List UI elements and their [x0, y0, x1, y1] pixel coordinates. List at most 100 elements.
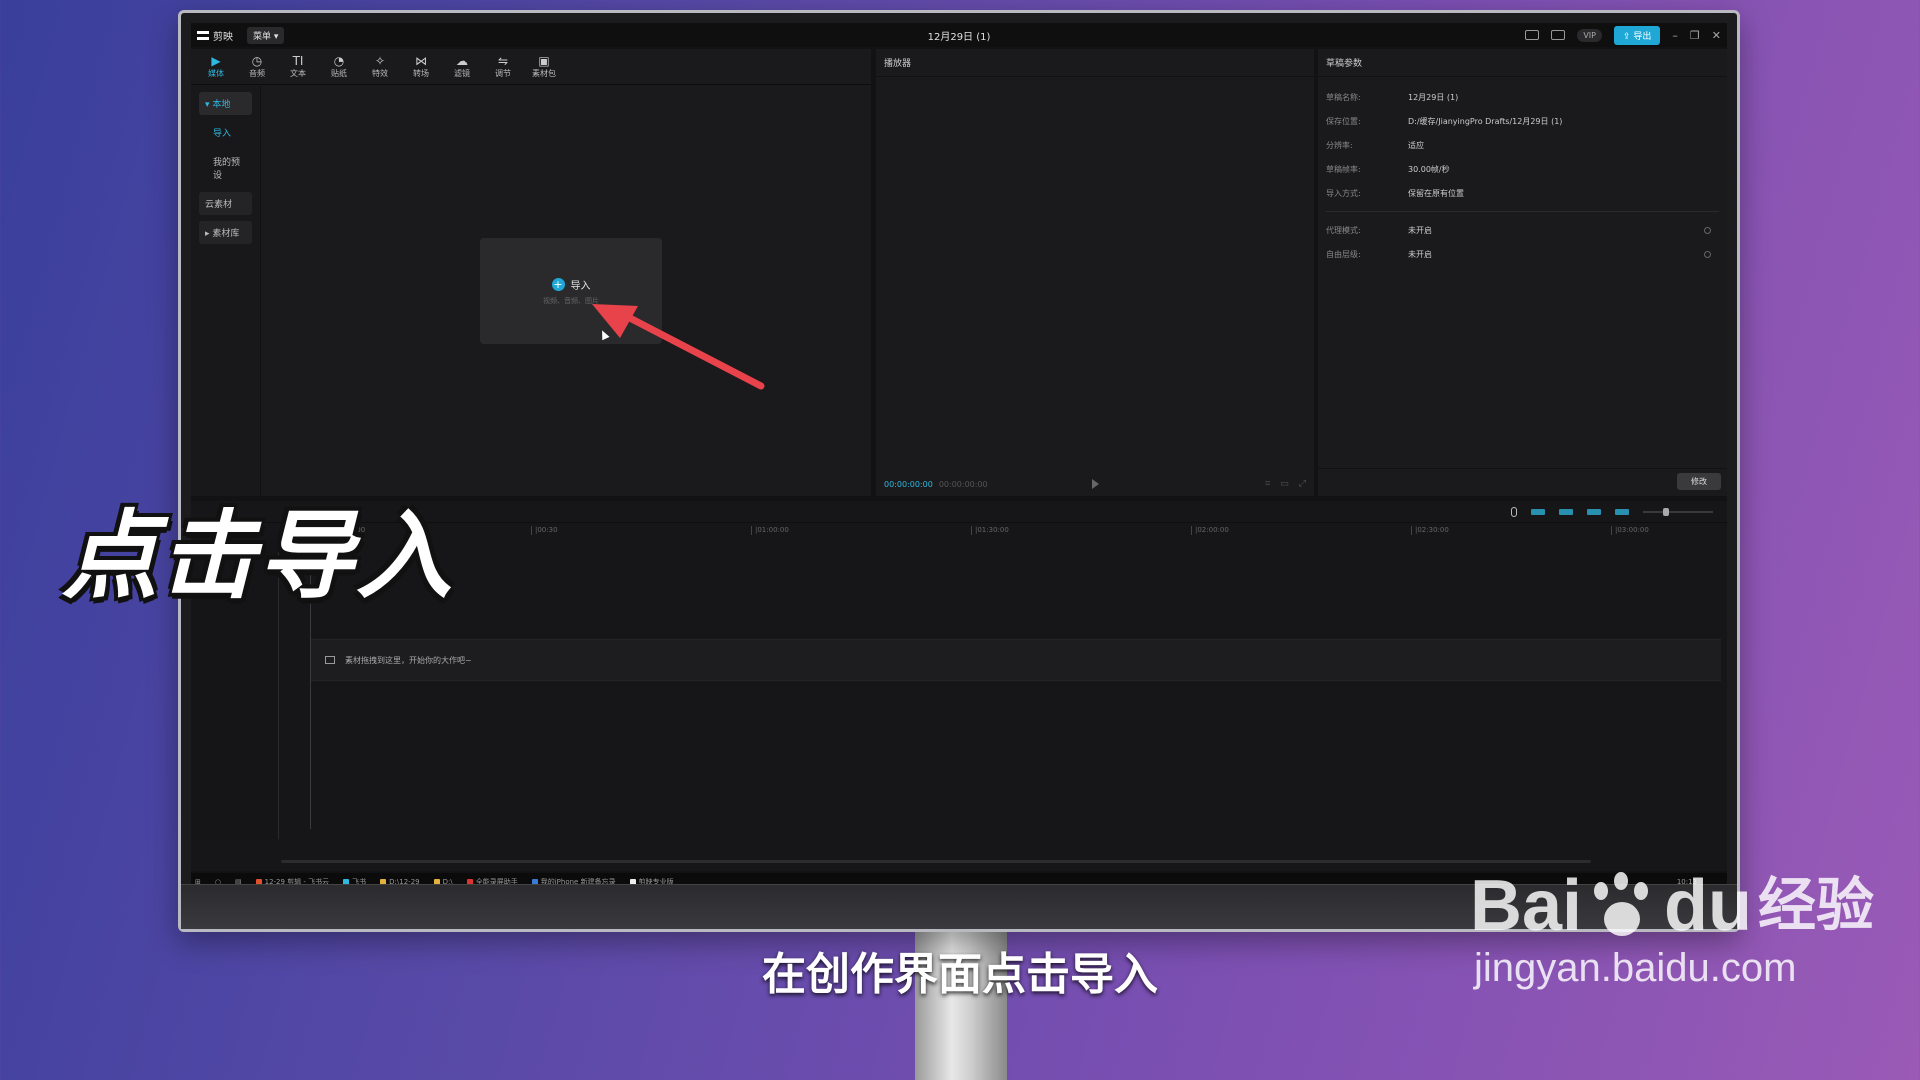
tool-label: 音频	[249, 69, 265, 78]
params-title: 草稿参数	[1318, 49, 1727, 77]
link-icon[interactable]	[1531, 508, 1545, 515]
tool-label: 转场	[413, 69, 429, 78]
import-label: 导入	[570, 280, 591, 292]
player-title: 播放器	[876, 49, 1314, 77]
tool-label: 文本	[290, 69, 306, 78]
tool-label: 素材包	[532, 69, 556, 78]
player-tools: ⌗ ▭ ⤢	[1265, 479, 1306, 489]
app-logo: 剪映	[197, 28, 233, 43]
title-bar-controls: VIP ⇪ 导出 – ❐ ✕	[1525, 25, 1721, 45]
timeline-scrollbar[interactable]	[281, 860, 1591, 863]
param-value: 未开启	[1408, 225, 1432, 235]
close-icon[interactable]: ✕	[1712, 29, 1721, 42]
microphone-icon[interactable]	[1511, 506, 1517, 517]
transition-icon: ⋈	[415, 54, 427, 68]
modify-button[interactable]: 修改	[1677, 473, 1721, 490]
sidebar-label: 云素材	[205, 200, 233, 210]
watermark-du: du	[1664, 866, 1753, 946]
sidebar-item-local[interactable]: ▾ 本地	[199, 92, 252, 115]
effect-icon: ✧	[374, 54, 386, 68]
ruler-tick: |03:00:00	[1611, 526, 1649, 535]
tool-audio[interactable]: ◷ 音频	[242, 49, 272, 84]
baidu-paw-icon	[1588, 872, 1658, 942]
watermark-url: jingyan.baidu.com	[1474, 946, 1797, 990]
tool-text[interactable]: TI 文本	[283, 49, 313, 84]
param-key: 代理模式:	[1326, 225, 1361, 235]
tool-transition[interactable]: ⋈ 转场	[406, 49, 436, 84]
shortcut-icon[interactable]	[1525, 30, 1540, 40]
minimize-icon[interactable]: –	[1672, 29, 1678, 42]
zoom-slider[interactable]	[1643, 507, 1713, 516]
tool-label: 特效	[372, 69, 388, 78]
sticker-icon: ◔	[333, 54, 345, 68]
param-value: 12月29日 (1)	[1408, 92, 1459, 102]
tool-sticker[interactable]: ◔ 贴纸	[324, 49, 354, 84]
param-key: 草稿名称:	[1326, 92, 1361, 102]
param-row: 自由层级: 未开启	[1326, 242, 1719, 266]
menu-button[interactable]: 菜单 ▾	[247, 26, 285, 44]
paw-pad	[1604, 902, 1641, 936]
linkage-icon[interactable]	[1615, 508, 1629, 515]
param-key: 自由层级:	[1326, 249, 1361, 259]
baidu-watermark: Bai du 经验 jingyan.baidu.com	[1470, 870, 1874, 991]
restore-icon[interactable]: ❐	[1690, 29, 1700, 42]
ruler-tick: |01:00:00	[751, 526, 789, 535]
layout-icon[interactable]	[1551, 30, 1566, 40]
red-arrow-annotation	[592, 304, 765, 390]
paw-toe	[1634, 882, 1649, 900]
play-icon[interactable]	[1092, 479, 1099, 489]
player-controls: 00:00:00:00 00:00:00:00 ⌗ ▭ ⤢	[876, 472, 1314, 496]
tool-label: 媒体	[208, 69, 224, 78]
divider	[1326, 211, 1719, 212]
vip-badge[interactable]: VIP	[1577, 28, 1602, 42]
film-icon	[325, 656, 335, 664]
ruler-tick: |02:00:00	[1191, 526, 1229, 535]
sidebar-item-import[interactable]: 导入	[199, 121, 252, 144]
fullscreen-icon[interactable]: ⤢	[1299, 479, 1306, 489]
watermark-text: Bai	[1470, 866, 1583, 946]
monitor: 剪映 菜单 ▾ 12月29日 (1) VIP ⇪ 导出 – ❐ ✕ ▶ 媒体 ◷ 音…	[178, 10, 1740, 932]
title-bar: 剪映 菜单 ▾ 12月29日 (1) VIP ⇪ 导出 – ❐ ✕	[191, 23, 1727, 47]
param-row: 导入方式: 保留在原有位置	[1326, 181, 1719, 205]
total-timecode: 00:00:00:00	[938, 479, 988, 489]
crop-icon[interactable]: ⌗	[1265, 479, 1270, 489]
sidebar-item-my-presets[interactable]: 我的预设	[199, 150, 252, 186]
sidebar-item-cloud[interactable]: 云素材	[199, 192, 252, 215]
main-track-drop-zone[interactable]: 素材拖拽到这里，开始你的大作吧~	[311, 639, 1721, 681]
preview-axis-icon[interactable]	[1587, 508, 1601, 515]
watermark-main: Bai du 经验	[1470, 870, 1874, 942]
param-key: 分辨率:	[1326, 140, 1353, 150]
media-icon: ▶	[211, 54, 221, 68]
ruler-tick: |02:30:00	[1411, 526, 1449, 535]
info-icon[interactable]	[1704, 250, 1711, 258]
param-value: 30.00帧/秒	[1408, 164, 1450, 174]
info-icon[interactable]	[1704, 226, 1711, 234]
tool-pack[interactable]: ▣ 素材包	[529, 49, 559, 84]
param-row: 草稿名称: 12月29日 (1)	[1326, 85, 1719, 109]
param-value: 适应	[1408, 140, 1424, 150]
big-caption: 点击导入	[62, 500, 454, 612]
tool-label: 贴纸	[331, 69, 347, 78]
param-row: 保存位置: D:/缓存/JianyingPro Drafts/12月29日 (1)	[1326, 109, 1719, 133]
plus-icon: +	[551, 277, 565, 291]
tool-effect[interactable]: ✧ 特效	[365, 49, 395, 84]
media-toolbar: ▶ 媒体 ◷ 音频 TI 文本 ◔ 贴纸 ✧ 特效 ⋈ 转场 ☁ 滤镜 ⇋ 调节 ▣ 素材包	[191, 49, 871, 85]
pack-icon: ▣	[538, 54, 550, 68]
param-row: 分辨率: 适应	[1326, 133, 1719, 157]
sidebar-item-library[interactable]: ▸ 素材库	[199, 221, 252, 244]
ratio-icon[interactable]: ▭	[1280, 479, 1289, 489]
param-row: 草稿帧率: 30.00帧/秒	[1326, 157, 1719, 181]
filter-icon: ☁	[456, 54, 468, 68]
media-panel: ▶ 媒体 ◷ 音频 TI 文本 ◔ 贴纸 ✧ 特效 ⋈ 转场 ☁ 滤镜 ⇋ 调节 ▣ 素材包 ▾ …	[191, 49, 871, 496]
params-list: 草稿名称: 12月29日 (1) 保存位置: D:/缓存/JianyingPro D…	[1318, 77, 1727, 266]
snap-icon[interactable]	[1559, 508, 1573, 515]
tool-media[interactable]: ▶ 媒体	[201, 49, 231, 84]
tool-adjust[interactable]: ⇋ 调节	[488, 49, 518, 84]
menu-label: 菜单	[253, 31, 272, 42]
ruler-tick: |01:30:00	[971, 526, 1009, 535]
ruler-tick: |00:30	[531, 526, 558, 535]
current-timecode: 00:00:00:00	[884, 479, 933, 489]
tool-label: 滤镜	[454, 69, 470, 78]
tool-filter[interactable]: ☁ 滤镜	[447, 49, 477, 84]
export-button[interactable]: ⇪ 导出	[1613, 25, 1661, 45]
